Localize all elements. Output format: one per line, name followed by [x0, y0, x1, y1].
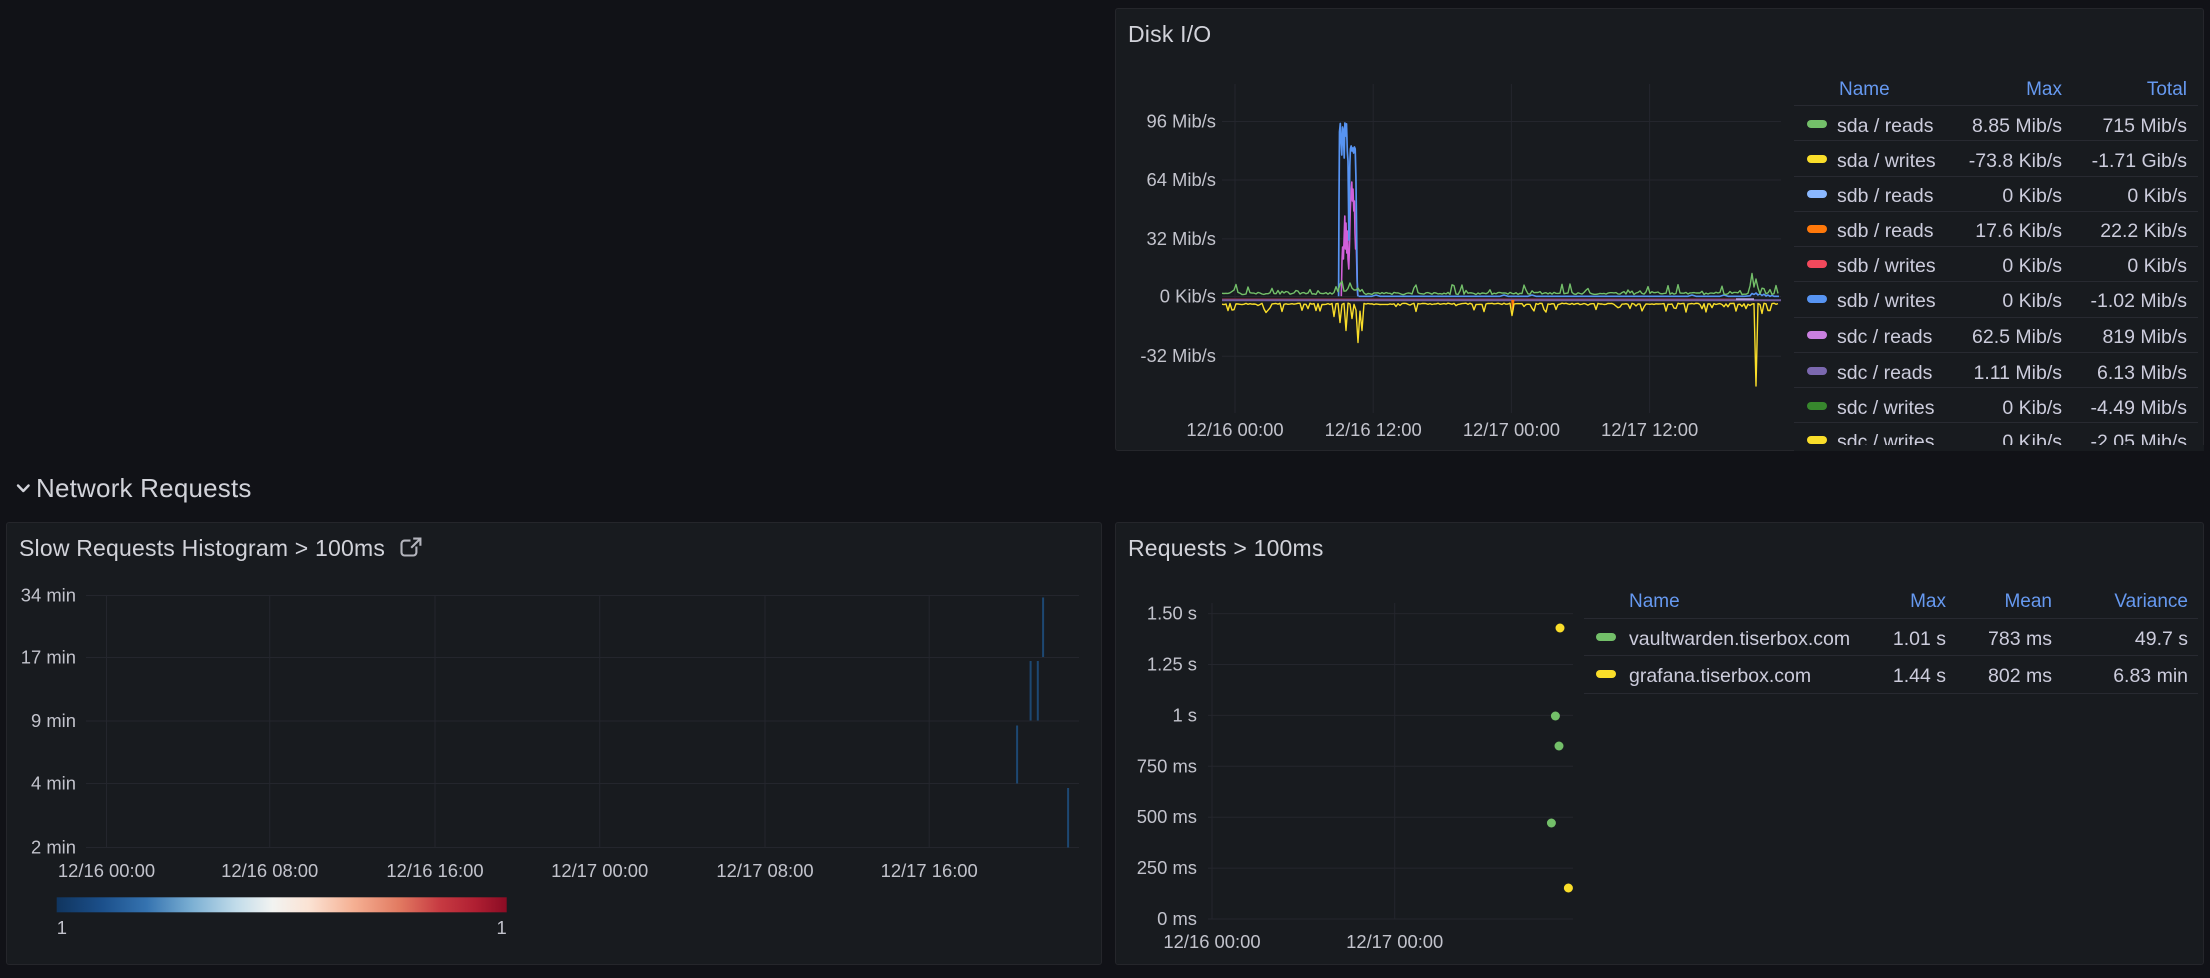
svg-text:1: 1 — [496, 917, 506, 938]
svg-text:12/17 08:00: 12/17 08:00 — [716, 860, 813, 881]
svg-text:12/16 12:00: 12/16 12:00 — [1325, 419, 1422, 440]
svg-text:1.25 s: 1.25 s — [1147, 654, 1197, 675]
svg-text:12/16 08:00: 12/16 08:00 — [221, 860, 318, 881]
svg-text:0 ms: 0 ms — [1157, 908, 1197, 929]
svg-text:1: 1 — [57, 917, 67, 938]
svg-text:12/16 00:00: 12/16 00:00 — [58, 860, 155, 881]
svg-text:34 min: 34 min — [21, 585, 76, 606]
svg-text:12/17 00:00: 12/17 00:00 — [1463, 419, 1560, 440]
svg-text:250 ms: 250 ms — [1137, 857, 1197, 878]
svg-text:12/16 00:00: 12/16 00:00 — [1186, 419, 1283, 440]
svg-text:4 min: 4 min — [31, 773, 76, 794]
svg-text:12/16 00:00: 12/16 00:00 — [1163, 931, 1260, 952]
svg-text:12/16 16:00: 12/16 16:00 — [386, 860, 483, 881]
svg-text:12/17 12:00: 12/17 12:00 — [1601, 419, 1698, 440]
svg-text:9 min: 9 min — [31, 710, 76, 731]
svg-text:12/17 00:00: 12/17 00:00 — [551, 860, 648, 881]
svg-text:-32 Mib/s: -32 Mib/s — [1140, 345, 1216, 366]
svg-text:64 Mib/s: 64 Mib/s — [1146, 169, 1216, 190]
svg-text:500 ms: 500 ms — [1137, 806, 1197, 827]
svg-text:1.50 s: 1.50 s — [1147, 603, 1197, 624]
svg-text:12/17 16:00: 12/17 16:00 — [881, 860, 978, 881]
svg-text:12/17 00:00: 12/17 00:00 — [1346, 931, 1443, 952]
svg-text:17 min: 17 min — [21, 647, 76, 668]
svg-text:32 Mib/s: 32 Mib/s — [1146, 228, 1216, 249]
svg-text:0 Kib/s: 0 Kib/s — [1160, 286, 1216, 307]
svg-text:2 min: 2 min — [31, 837, 76, 858]
svg-text:96 Mib/s: 96 Mib/s — [1146, 111, 1216, 132]
svg-text:750 ms: 750 ms — [1137, 755, 1197, 776]
svg-text:1 s: 1 s — [1172, 704, 1197, 725]
